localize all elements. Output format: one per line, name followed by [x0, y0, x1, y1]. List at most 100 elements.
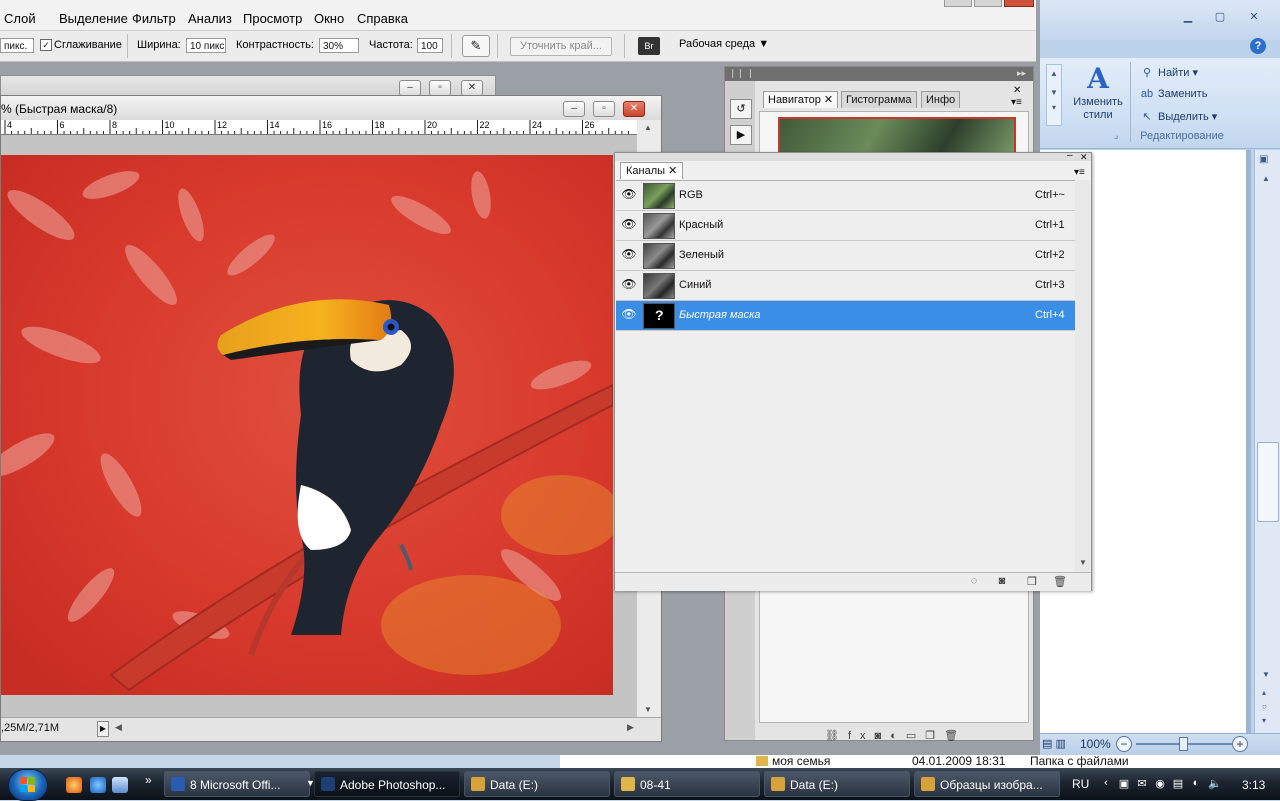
tab-histogram[interactable]: Гистограмма [841, 91, 917, 108]
panel-close-icon[interactable]: ✕ [1013, 85, 1021, 96]
horizontal-ruler[interactable]: 4 6 8 10 12 14 16 18 20 22 24 26 [1, 120, 637, 135]
start-button[interactable] [8, 769, 48, 801]
channel-row[interactable]: 👁 Зеленый Ctrl+2 [616, 241, 1075, 271]
eye-icon[interactable]: 👁 [619, 277, 639, 293]
volume-icon[interactable]: 🔈 [1208, 777, 1222, 791]
zoom-out-icon[interactable]: − [1116, 736, 1132, 752]
tab-info[interactable]: Инфо [921, 91, 961, 108]
ps-maximize-button[interactable] [974, 0, 1002, 7]
replace-button[interactable]: ab Заменить [1140, 88, 1208, 106]
word-maximize-button[interactable]: ▢ [1208, 10, 1232, 26]
ps-minimize-button[interactable] [944, 0, 972, 7]
scroll-up-icon[interactable]: ▲ [1262, 174, 1270, 183]
doc-maximize-button[interactable]: ▫ [593, 101, 615, 117]
hscroll-left-icon[interactable]: ◀ [115, 722, 122, 733]
pen-pressure-icon[interactable]: ✎ [462, 35, 490, 57]
channel-row[interactable]: 👁 RGB Ctrl+~ [616, 181, 1075, 211]
width-field[interactable]: 10 пикс [186, 38, 226, 53]
help-icon[interactable]: ? [1250, 38, 1266, 54]
channels-top-bar[interactable]: – ✕ [615, 150, 1091, 163]
channels-menu-icon[interactable]: ▾≡ [1074, 167, 1085, 178]
internet-explorer-icon[interactable] [90, 777, 106, 793]
hscroll-right-icon[interactable]: ▶ [627, 722, 634, 733]
new-layer-icon[interactable]: ❐ [925, 730, 944, 742]
refine-edge-button[interactable]: Уточнить край... [510, 37, 612, 56]
view-buttons-icon[interactable]: ▤ ▥ [1042, 737, 1066, 750]
prev-page-icon[interactable]: ▴ [1262, 688, 1266, 697]
bridge-icon[interactable]: Br [638, 37, 660, 55]
tab-channels[interactable]: Каналы ✕ [620, 162, 684, 179]
canvas-area[interactable] [1, 135, 637, 717]
close-tab-icon[interactable]: ✕ [668, 165, 677, 177]
channel-row[interactable]: 👁 Красный Ctrl+1 [616, 211, 1075, 241]
doc-minimize-button[interactable]: – [563, 101, 585, 117]
ruler-toggle-icon[interactable]: ▣ [1259, 154, 1268, 165]
back-maximize-button[interactable]: ▫ [429, 80, 451, 96]
firefox-icon[interactable] [66, 777, 82, 793]
menu-window[interactable]: Окно [314, 11, 344, 26]
zoom-in-icon[interactable]: + [1232, 736, 1248, 752]
word-minimize-button[interactable]: ▁ [1176, 10, 1200, 26]
new-channel-icon[interactable]: ❐ [1025, 575, 1039, 588]
find-button[interactable]: ⚲ Найти ▾ [1140, 66, 1198, 84]
ps-close-button[interactable] [1004, 0, 1034, 7]
dock-collapse-icon[interactable]: ▸▸ [1017, 68, 1026, 79]
channels-scrollbar[interactable]: ▼ [1075, 180, 1090, 572]
word-scroll-thumb[interactable] [1257, 442, 1279, 522]
tray-chevron-icon[interactable]: ‹ [1100, 777, 1112, 791]
scroll-down-icon[interactable]: ▼ [1262, 670, 1270, 679]
zoom-slider-thumb[interactable] [1179, 737, 1188, 751]
scroll-down-icon[interactable]: ▼ [644, 705, 652, 714]
close-tab-icon[interactable]: ✕ [824, 94, 833, 106]
select-button[interactable]: ↖ Выделить ▾ [1140, 110, 1217, 128]
group-menu-arrow-icon[interactable]: ▼ [306, 778, 315, 788]
scroll-down-icon[interactable]: ▼ [1079, 558, 1087, 567]
menu-help[interactable]: Справка [357, 11, 408, 26]
tray-app-icon[interactable]: ▣ [1118, 777, 1130, 791]
tray-app-icon[interactable]: ◉ [1154, 777, 1166, 791]
workspace-menu[interactable]: Рабочая среда ▼ [679, 38, 769, 50]
quicklaunch-more-icon[interactable]: » [145, 773, 152, 787]
mask-icon[interactable]: ◙ [875, 730, 891, 742]
menu-view[interactable]: Просмотр [243, 11, 302, 26]
menu-select[interactable]: Выделение [59, 11, 128, 26]
network-icon[interactable]: ▤ [1172, 777, 1184, 791]
dock-grip-icon[interactable]: ❘❘ ❘ [729, 68, 754, 79]
menu-filter[interactable]: Фильтр [132, 11, 176, 26]
show-desktop-icon[interactable] [112, 777, 128, 793]
document-title-bar[interactable]: % (Быстрая маска/8) – ▫ ✕ [1, 96, 661, 120]
tab-navigator[interactable]: Навигатор ✕ [763, 91, 839, 108]
channels-minimize-icon[interactable]: – [1067, 150, 1073, 161]
back-minimize-button[interactable]: – [399, 80, 421, 96]
taskbar-button[interactable]: 8 Microsoft Offi... [164, 771, 310, 797]
save-selection-icon[interactable]: ◙ [995, 575, 1009, 587]
menu-analysis[interactable]: Анализ [188, 11, 232, 26]
taskbar-button[interactable]: 08-41 [614, 771, 760, 797]
doc-size[interactable]: ,25M/2,71M [1, 722, 59, 734]
word-vertical-scrollbar[interactable]: ▣ ▲ ▼ ▴ ○ ▾ [1254, 150, 1280, 733]
channel-row[interactable]: 👁 Синий Ctrl+3 [616, 271, 1075, 301]
delete-channel-icon[interactable]: 🗑 [1053, 575, 1067, 588]
browse-object-icon[interactable]: ○ [1262, 702, 1267, 711]
contrast-field[interactable]: 30% [319, 38, 359, 53]
trash-icon[interactable]: 🗑 [944, 730, 967, 742]
doc-close-button[interactable]: ✕ [623, 101, 645, 117]
scroll-up-icon[interactable]: ▲ [644, 123, 652, 132]
panel-menu-icon[interactable]: ▾≡ [1011, 97, 1022, 108]
actions-icon[interactable]: ▶ [730, 125, 752, 145]
status-menu-arrow-icon[interactable]: ▶ [97, 721, 109, 737]
history-icon[interactable]: ↺ [730, 99, 752, 119]
tray-app-icon[interactable]: ✉ [1136, 777, 1148, 791]
zoom-level[interactable]: 100% [1080, 737, 1111, 751]
link-icon[interactable]: ⛓ [825, 730, 848, 742]
channel-row[interactable]: 👁? Быстрая маска Ctrl+4 [616, 301, 1075, 331]
adjustment-icon[interactable]: ◐ [890, 730, 906, 742]
dock-top-bar[interactable]: ❘❘ ❘ ▸▸ [725, 67, 1033, 81]
channels-close-icon[interactable]: ✕ [1080, 152, 1088, 163]
taskbar-button[interactable]: Adobe Photoshop... [314, 771, 460, 797]
word-close-button[interactable]: ✕ [1242, 10, 1266, 26]
toucan-image[interactable] [1, 155, 613, 695]
taskbar-button[interactable]: Образцы изобра... [914, 771, 1060, 797]
explorer-row[interactable]: моя семья 04.01.2009 18:31 Папка с файла… [560, 754, 1280, 768]
change-styles-button[interactable]: A Изменить стили [1070, 62, 1126, 134]
